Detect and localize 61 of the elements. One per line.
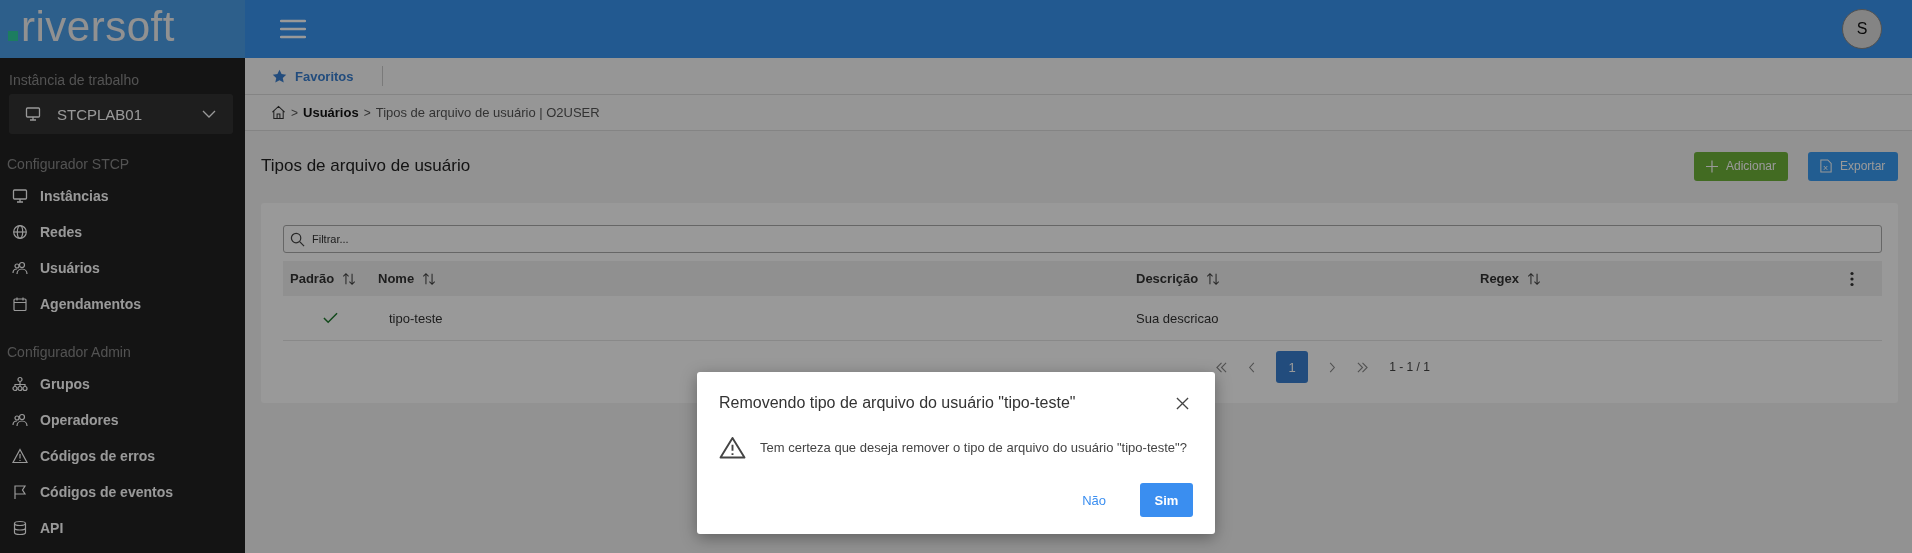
filter-field[interactable]: Filtrar...	[283, 225, 1882, 253]
instance-dropdown[interactable]: STCPLAB01	[9, 94, 233, 134]
favorites-link[interactable]: Favoritos	[272, 68, 354, 84]
user-avatar[interactable]: S	[1842, 9, 1882, 49]
breadcrumb-link[interactable]: Usuários	[303, 105, 359, 120]
sort-icon[interactable]	[422, 271, 437, 286]
plus-icon	[1706, 159, 1718, 173]
warning-icon	[719, 436, 746, 459]
nav-item[interactable]: Códigos de eventos	[0, 474, 245, 510]
next-page-icon[interactable]	[1328, 361, 1337, 373]
page-title: Tipos de arquivo de usuário	[261, 156, 471, 176]
monitor-icon	[25, 106, 41, 122]
breadcrumb-separator: >	[291, 105, 298, 120]
column-header[interactable]: Padrão	[290, 271, 335, 286]
sitemap-icon	[12, 376, 28, 392]
nav-item[interactable]: API	[0, 510, 245, 546]
instance-label: Instância de trabalho	[8, 72, 140, 88]
sort-icon[interactable]	[1527, 271, 1542, 286]
dialog-message: Tem certeza que deseja remover o tipo de arquivo do usuário "tipo-teste"?	[760, 440, 1187, 455]
search-icon	[290, 232, 305, 247]
section-title: Configurador STCP	[6, 156, 131, 172]
sort-icon[interactable]	[342, 271, 357, 286]
column-header[interactable]: Nome	[378, 271, 415, 286]
dialog-title: Removendo tipo de arquivo do usuário "tipo-teste"	[719, 394, 1076, 412]
warning-icon	[12, 448, 28, 464]
confirm-button[interactable]: Sim	[1140, 483, 1193, 517]
first-page-icon[interactable]	[1215, 361, 1229, 373]
database-icon	[12, 520, 28, 536]
home-icon[interactable]	[271, 105, 286, 120]
logo: riversoft	[0, 0, 245, 58]
nav-item[interactable]: Operadores	[0, 402, 245, 438]
more-options-icon[interactable]	[1850, 270, 1854, 287]
page-button[interactable]: 1	[1276, 351, 1309, 383]
breadcrumb-current: Tipos de arquivo de usuário | O2USER	[375, 105, 600, 120]
users-icon	[12, 260, 28, 276]
previous-page-icon[interactable]	[1248, 361, 1257, 373]
nav-item[interactable]: Grupos	[0, 366, 245, 402]
table-cell-text: tipo-teste	[388, 310, 444, 326]
nav-item[interactable]: Agendamentos	[0, 286, 245, 322]
nav-item[interactable]: Usuários	[0, 250, 245, 286]
calendar-icon	[12, 296, 28, 312]
menu-icon[interactable]	[280, 19, 306, 39]
users-icon	[12, 412, 28, 428]
last-page-icon[interactable]	[1356, 361, 1370, 373]
column-header[interactable]: Regex	[1480, 271, 1520, 286]
close-icon[interactable]	[1176, 396, 1189, 410]
star-icon	[272, 68, 287, 84]
globe-icon	[12, 224, 28, 240]
breadcrumb-separator: >	[363, 105, 371, 120]
section-title: Configurador Admin	[6, 344, 132, 360]
page-range: 1 - 1 / 1	[1389, 360, 1430, 374]
spreadsheet-file-icon	[1820, 159, 1832, 173]
sort-icon[interactable]	[1206, 271, 1221, 286]
flag-icon	[12, 484, 28, 500]
cancel-button[interactable]: Não	[1068, 483, 1120, 517]
monitor-icon	[12, 188, 28, 204]
nav-item[interactable]: Redes	[0, 214, 245, 250]
nav-item[interactable]: Códigos de erros	[0, 438, 245, 474]
column-header[interactable]: Descrição	[1136, 271, 1199, 286]
nav-item[interactable]: Instâncias	[0, 178, 245, 214]
table-cell-text: Sua descricao	[1135, 310, 1220, 326]
